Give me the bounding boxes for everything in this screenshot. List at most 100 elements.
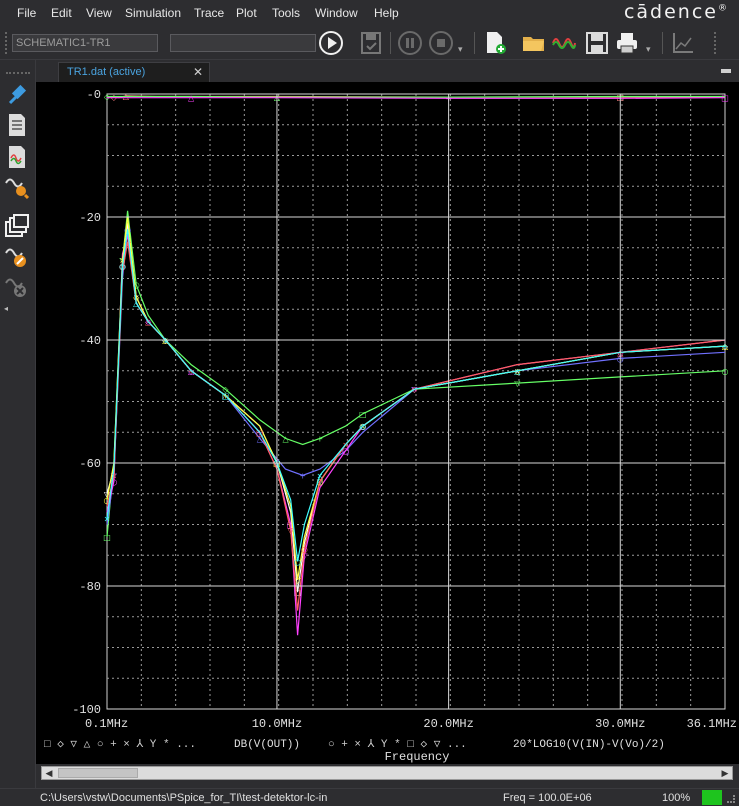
trace-marker: + bbox=[299, 471, 306, 480]
y-tick-label: -100 bbox=[72, 703, 101, 717]
stop-button[interactable] bbox=[428, 30, 454, 56]
menu-simulation[interactable]: Simulation bbox=[125, 6, 181, 20]
printer-icon bbox=[617, 33, 637, 54]
trace-marker: ▽ bbox=[514, 379, 521, 388]
pin-icon bbox=[8, 84, 27, 105]
y-tick-label: -80 bbox=[79, 580, 101, 594]
save-checked-button[interactable] bbox=[358, 30, 384, 56]
save-check-icon bbox=[361, 32, 381, 54]
toolbar-grip[interactable] bbox=[5, 32, 8, 54]
save-button[interactable] bbox=[584, 30, 610, 56]
tab-bar: TR1.dat (active) ✕ bbox=[36, 60, 739, 82]
new-document-icon bbox=[487, 32, 506, 54]
measure-button[interactable] bbox=[4, 174, 30, 200]
left-toolbar: ◂ bbox=[0, 60, 36, 788]
edit-trace-button[interactable] bbox=[4, 244, 30, 270]
x-axis-ticks: 0.1MHz 10.0MHz 20.0MHz 30.0MHz 36.1MHz bbox=[85, 94, 737, 731]
y-tick-label: -60 bbox=[79, 457, 101, 471]
trace-marker: ◇ bbox=[360, 422, 367, 431]
stop-icon bbox=[429, 31, 453, 55]
legend-trace-1[interactable]: DB(V(OUT)) bbox=[234, 739, 300, 751]
status-frequency: Freq = 100.0E+06 bbox=[503, 792, 592, 804]
pspice-window: File Edit View Simulation Trace Plot Too… bbox=[0, 0, 739, 806]
wave-pencil-icon bbox=[5, 248, 26, 267]
y-tick-label: -0 bbox=[87, 88, 101, 102]
run-button[interactable] bbox=[318, 30, 344, 56]
horizontal-scrollbar[interactable]: ◀ ▶ bbox=[41, 766, 733, 780]
menu-tools[interactable]: Tools bbox=[272, 6, 300, 20]
trace-marker: □ bbox=[721, 94, 729, 103]
wave-delete-icon bbox=[5, 278, 26, 297]
text-file-icon bbox=[9, 114, 25, 136]
x-tick-label: 30.0MHz bbox=[595, 717, 645, 731]
cadence-logo: cādence® bbox=[623, 1, 727, 23]
probe-plot-window[interactable]: □▽○×◇△+□▽○▽○×◇△+□▽○▽○×◇△+□▽○×◇○×◇△+□▽○×◇… bbox=[36, 82, 739, 764]
trace-marker: ○ bbox=[294, 557, 301, 566]
left-toolbar-grip[interactable] bbox=[6, 72, 30, 75]
pause-button[interactable] bbox=[397, 30, 423, 56]
trace-file-icon bbox=[9, 146, 25, 168]
print-button[interactable] bbox=[614, 30, 640, 56]
trace-marker: △ bbox=[514, 367, 521, 376]
scrollbar-thumb[interactable] bbox=[58, 768, 138, 778]
cursor-tool-button[interactable] bbox=[4, 82, 30, 108]
expand-arrow-icon[interactable]: ◂ bbox=[4, 304, 8, 313]
plot-grid bbox=[106, 93, 726, 710]
trace-marker: ○ bbox=[301, 545, 308, 554]
new-plot-button[interactable] bbox=[482, 30, 508, 56]
status-file-path: C:\Users\vstw\Documents\PSpice_for_TI\te… bbox=[40, 792, 328, 804]
trace-line bbox=[107, 95, 725, 98]
axis-settings-button[interactable] bbox=[670, 30, 696, 56]
trace-line bbox=[107, 97, 726, 99]
x-axis-title: Frequency bbox=[385, 750, 450, 764]
tab-label: TR1.dat (active) bbox=[67, 66, 146, 78]
scroll-right-icon[interactable]: ▶ bbox=[718, 767, 732, 779]
tab-tr1-dat[interactable]: TR1.dat (active) ✕ bbox=[58, 62, 210, 82]
simulation-status-indicator bbox=[702, 790, 722, 805]
maximize-icon[interactable] bbox=[721, 69, 731, 73]
windows-button[interactable] bbox=[4, 214, 30, 240]
plot-canvas[interactable]: □▽○×◇△+□▽○▽○×◇△+□▽○▽○×◇△+□▽○×◇○×◇△+□▽○×◇… bbox=[36, 82, 739, 764]
menu-bar: File Edit View Simulation Trace Plot Too… bbox=[0, 0, 739, 26]
toolbar: ▾ ▾ bbox=[0, 26, 739, 60]
trace-marker: □ bbox=[359, 410, 367, 419]
menu-plot[interactable]: Plot bbox=[236, 6, 257, 20]
folder-icon bbox=[523, 37, 544, 51]
toolbar-end-grip[interactable] bbox=[714, 32, 717, 54]
plot-axis-icon bbox=[673, 33, 693, 53]
trace-marker: + bbox=[317, 434, 324, 443]
add-trace-button[interactable] bbox=[4, 144, 30, 170]
trace-marker: ◇ bbox=[119, 262, 126, 271]
menu-help[interactable]: Help bbox=[374, 6, 399, 20]
y-tick-label: -40 bbox=[79, 334, 101, 348]
dropdown-arrow-icon[interactable]: ▾ bbox=[458, 44, 463, 55]
close-tab-icon[interactable]: ✕ bbox=[193, 65, 203, 79]
trace-marker: ○ bbox=[722, 367, 729, 376]
menu-file[interactable]: File bbox=[17, 6, 36, 20]
menu-trace[interactable]: Trace bbox=[194, 6, 224, 20]
output-file-button[interactable] bbox=[4, 112, 30, 138]
scroll-left-icon[interactable]: ◀ bbox=[42, 767, 56, 779]
resize-grip-icon[interactable] bbox=[727, 795, 735, 803]
x-tick-label: 20.0MHz bbox=[423, 717, 473, 731]
delete-trace-button[interactable] bbox=[4, 274, 30, 300]
trace-marker: △ bbox=[188, 94, 195, 103]
x-tick-label: 10.0MHz bbox=[252, 717, 302, 731]
legend-trace-2[interactable]: 20*LOG10(V(IN)-V(Vo)/2) bbox=[513, 739, 665, 751]
simulation-profile-field[interactable] bbox=[12, 34, 158, 52]
menu-window[interactable]: Window bbox=[315, 6, 358, 20]
simulation-status-field[interactable] bbox=[170, 34, 316, 52]
menu-view[interactable]: View bbox=[86, 6, 112, 20]
legend: □ ◇ ▽ △ ○ + × ⅄ Y * ... DB(V(OUT)) ○ + ×… bbox=[44, 738, 665, 751]
waveform-button[interactable] bbox=[551, 30, 577, 56]
print-dropdown-icon[interactable]: ▾ bbox=[646, 44, 651, 55]
open-button[interactable] bbox=[521, 30, 547, 56]
pause-icon bbox=[398, 31, 422, 55]
stacked-windows-icon bbox=[5, 214, 29, 237]
play-icon bbox=[319, 31, 343, 55]
menu-edit[interactable]: Edit bbox=[51, 6, 72, 20]
status-zoom: 100% bbox=[662, 792, 691, 804]
status-bar: C:\Users\vstw\Documents\PSpice_for_TI\te… bbox=[0, 788, 739, 806]
legend-markers-1: □ ◇ ▽ △ ○ + × ⅄ Y * ... bbox=[44, 738, 196, 751]
trace-marker: + bbox=[722, 342, 729, 351]
